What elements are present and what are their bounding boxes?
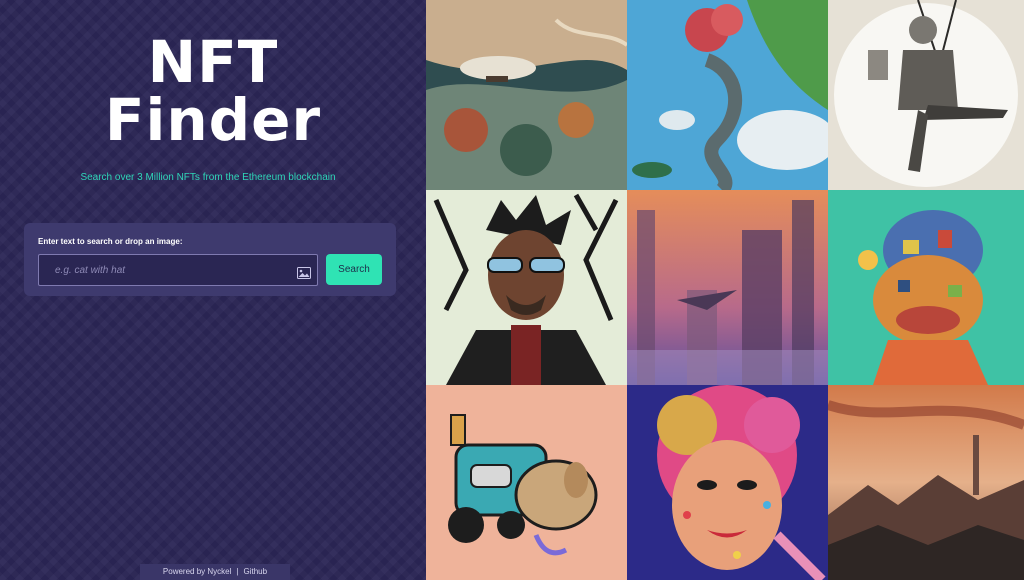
nft-image-floating-island[interactable] bbox=[627, 0, 828, 190]
search-panel-left: NFT Finder Search over 3 Million NFTs fr… bbox=[0, 0, 426, 580]
search-form-panel: Enter text to search or drop an image: S… bbox=[24, 223, 396, 296]
search-button[interactable]: Search bbox=[326, 254, 382, 285]
nft-image-sunset-mountains[interactable] bbox=[828, 385, 1024, 580]
page-title-line1: NFT bbox=[147, 28, 279, 96]
nft-image-cyber-city[interactable] bbox=[627, 190, 828, 385]
search-box[interactable] bbox=[38, 254, 318, 286]
nft-image-airship[interactable] bbox=[426, 0, 627, 190]
image-icon[interactable] bbox=[297, 264, 311, 279]
nft-gallery-grid bbox=[426, 0, 1024, 580]
nft-image-pop-art-woman[interactable] bbox=[627, 385, 828, 580]
nft-image-dog-cart[interactable] bbox=[426, 385, 627, 580]
footer-separator: | bbox=[236, 567, 239, 576]
page-title-line2: Finder bbox=[104, 86, 322, 154]
github-link[interactable]: Github bbox=[243, 567, 267, 576]
nft-image-sketch-swing[interactable] bbox=[828, 0, 1024, 190]
page-subtitle: Search over 3 Million NFTs from the Ethe… bbox=[80, 172, 336, 183]
search-label: Enter text to search or drop an image: bbox=[38, 237, 183, 246]
powered-by-link[interactable]: Powered by Nyckel bbox=[163, 567, 231, 576]
footer: Powered by Nyckel | Github bbox=[140, 564, 290, 580]
nft-image-colorful-ape[interactable] bbox=[828, 190, 1024, 385]
search-input[interactable] bbox=[55, 255, 285, 285]
nft-image-sunglasses-character[interactable] bbox=[426, 190, 627, 385]
